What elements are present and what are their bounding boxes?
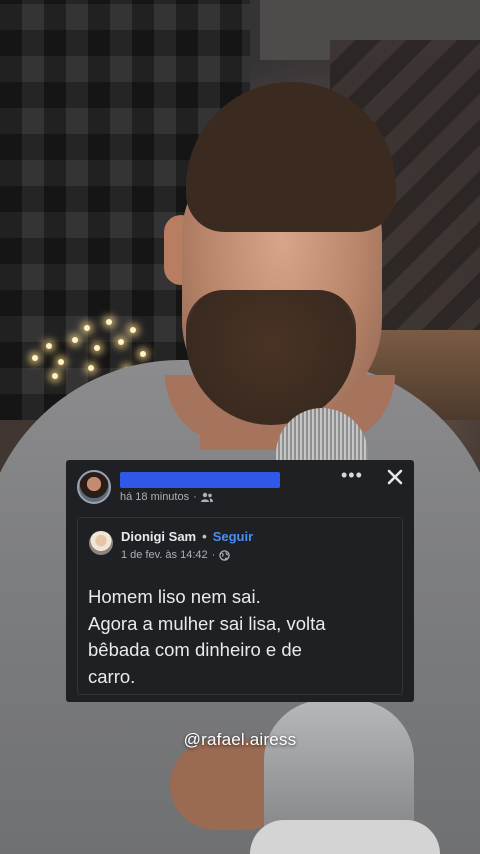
post-text-line: carro. bbox=[88, 665, 136, 687]
shared-post-meta: 1 de fev. às 14:42 · bbox=[121, 549, 231, 561]
post-time[interactable]: há 18 minutos bbox=[120, 491, 189, 503]
shared-author-name[interactable]: Dionigi Sam bbox=[121, 529, 196, 544]
separator-dot: • bbox=[202, 529, 207, 544]
post-meta: há 18 minutos · bbox=[120, 491, 213, 503]
shared-post-date[interactable]: 1 de fev. às 14:42 bbox=[121, 549, 208, 561]
more-options-icon[interactable]: ••• bbox=[341, 466, 363, 484]
avatar[interactable] bbox=[77, 470, 111, 504]
follow-button[interactable]: Seguir bbox=[213, 529, 253, 544]
shared-author-row: Dionigi Sam • Seguir bbox=[121, 529, 253, 544]
redacted-username bbox=[120, 472, 280, 488]
post-text-line: Homem liso nem sai. bbox=[88, 586, 261, 607]
microphone-base bbox=[250, 820, 440, 854]
post-text: Homem liso nem sai. Agora a mulher sai l… bbox=[88, 584, 388, 690]
post-text-line: bêbada com dinheiro e de bbox=[88, 639, 302, 660]
video-background bbox=[0, 0, 480, 854]
facebook-post-card: há 18 minutos · ••• Dionigi Sam • Seguir… bbox=[66, 460, 414, 702]
post-text-line: Agora a mulher sai lisa, volta bbox=[88, 612, 326, 634]
creator-handle-watermark: @rafael.airess bbox=[183, 730, 297, 749]
separator-dot: · bbox=[211, 549, 216, 561]
globe-icon bbox=[219, 549, 231, 561]
shared-author-avatar[interactable] bbox=[89, 531, 113, 555]
close-icon[interactable] bbox=[384, 466, 406, 488]
shared-post: Dionigi Sam • Seguir 1 de fev. às 14:42 … bbox=[77, 517, 403, 695]
friends-icon bbox=[200, 492, 213, 502]
separator-dot: · bbox=[193, 491, 197, 503]
